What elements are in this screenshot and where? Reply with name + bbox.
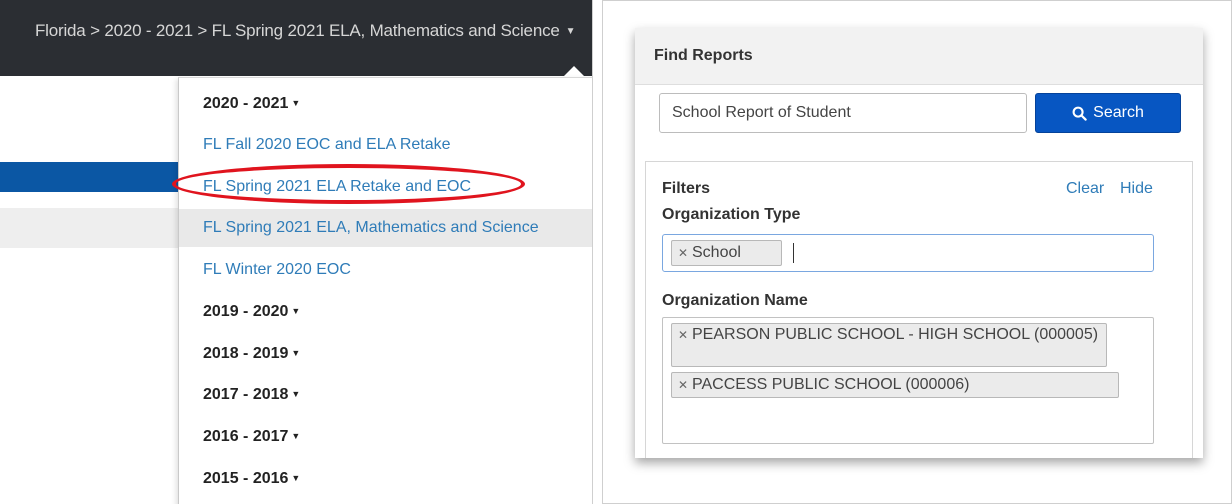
dropdown-pointer	[563, 66, 585, 77]
organization-name-input[interactable]: ✕ PEARSON PUBLIC SCHOOL - HIGH SCHOOL (0…	[662, 317, 1154, 444]
menu-year-2015-2016[interactable]: 2015 - 2016 ▼	[179, 459, 592, 497]
find-reports-card: Find Reports Search Filters Clear Hide O…	[635, 28, 1203, 458]
close-icon[interactable]: ✕	[678, 373, 688, 397]
organization-type-input[interactable]: ✕ School	[662, 234, 1154, 272]
caret-down-icon: ▼	[291, 98, 301, 108]
search-area: Search	[635, 85, 1203, 161]
menu-item-label: 2017 - 2018	[203, 386, 289, 403]
caret-down-icon: ▼	[291, 348, 301, 358]
find-reports-panel: Find Reports Search Filters Clear Hide O…	[602, 0, 1232, 504]
menu-item-label: FL Spring 2021 ELA Retake and EOC	[203, 178, 472, 195]
caret-down-icon: ▼	[291, 306, 301, 316]
caret-down-icon: ▼	[291, 389, 301, 399]
menu-year-2018-2019[interactable]: 2018 - 2019 ▼	[179, 334, 592, 372]
menu-year-2020-2021[interactable]: 2020 - 2021 ▼	[179, 84, 592, 122]
search-input[interactable]	[659, 93, 1027, 133]
menu-item-label: 2015 - 2016	[203, 470, 289, 487]
organization-type-tag: ✕ School	[671, 240, 782, 266]
close-icon[interactable]: ✕	[678, 241, 688, 265]
menu-item-fl-spring-2021-ela-retake[interactable]: FL Spring 2021 ELA Retake and EOC	[179, 168, 592, 206]
organization-name-tag: ✕ PACCESS PUBLIC SCHOOL (000006)	[671, 372, 1119, 398]
menu-item-label: FL Spring 2021 ELA, Mathematics and Scie…	[203, 219, 539, 236]
menu-year-2017-2018[interactable]: 2017 - 2018 ▼	[179, 375, 592, 413]
caret-down-icon: ▼	[291, 473, 301, 483]
breadcrumb[interactable]: Florida > 2020 - 2021 > FL Spring 2021 E…	[35, 21, 576, 41]
menu-item-label: 2016 - 2017	[203, 428, 289, 445]
caret-down-icon: ▼	[291, 431, 301, 441]
tag-label: School	[692, 244, 741, 261]
menu-year-2016-2017[interactable]: 2016 - 2017 ▼	[179, 417, 592, 455]
filters-box: Filters Clear Hide Organization Type ✕ S…	[645, 161, 1193, 458]
organization-type-label: Organization Type	[662, 206, 801, 223]
search-button-label: Search	[1093, 104, 1144, 121]
filters-title: Filters	[662, 180, 711, 197]
tag-label: PEARSON PUBLIC SCHOOL - HIGH SCHOOL (000…	[692, 326, 1099, 343]
menu-item-fl-spring-2021-ela-math-science[interactable]: FL Spring 2021 ELA, Mathematics and Scie…	[179, 209, 592, 247]
menu-item-fl-fall-2020-eoc[interactable]: FL Fall 2020 EOC and ELA Retake	[179, 126, 592, 164]
nav-row-background	[0, 208, 180, 248]
top-navigation-bar: Florida > 2020 - 2021 > FL Spring 2021 E…	[0, 0, 592, 76]
card-header: Find Reports	[635, 28, 1203, 85]
menu-item-label: 2018 - 2019	[203, 345, 289, 362]
text-cursor	[793, 243, 794, 263]
menu-item-label: FL Fall 2020 EOC and ELA Retake	[203, 136, 451, 153]
close-icon[interactable]: ✕	[678, 328, 688, 343]
caret-down-icon[interactable]: ▼	[566, 26, 576, 37]
menu-year-2019-2020[interactable]: 2019 - 2020 ▼	[179, 292, 592, 330]
organization-name-label: Organization Name	[662, 292, 808, 309]
menu-item-label: 2020 - 2021	[203, 95, 289, 112]
menu-item-fl-winter-2020-eoc[interactable]: FL Winter 2020 EOC	[179, 251, 592, 289]
clear-filters-link[interactable]: Clear	[1066, 180, 1104, 198]
report-navigation-panel: Florida > 2020 - 2021 > FL Spring 2021 E…	[0, 0, 593, 504]
breadcrumb-text[interactable]: Florida > 2020 - 2021 > FL Spring 2021 E…	[35, 21, 560, 40]
card-title: Find Reports	[654, 47, 753, 64]
hide-filters-link[interactable]: Hide	[1120, 180, 1153, 198]
search-button[interactable]: Search	[1035, 93, 1181, 133]
search-icon	[1072, 106, 1087, 121]
selected-nav-bar	[0, 162, 180, 192]
tag-label: PACCESS PUBLIC SCHOOL (000006)	[692, 376, 970, 393]
menu-item-label: FL Winter 2020 EOC	[203, 261, 351, 278]
menu-item-label: 2019 - 2020	[203, 303, 289, 320]
administration-dropdown-menu: 2020 - 2021 ▼ FL Fall 2020 EOC and ELA Re…	[178, 77, 592, 504]
organization-name-tag: ✕ PEARSON PUBLIC SCHOOL - HIGH SCHOOL (0…	[671, 323, 1107, 367]
